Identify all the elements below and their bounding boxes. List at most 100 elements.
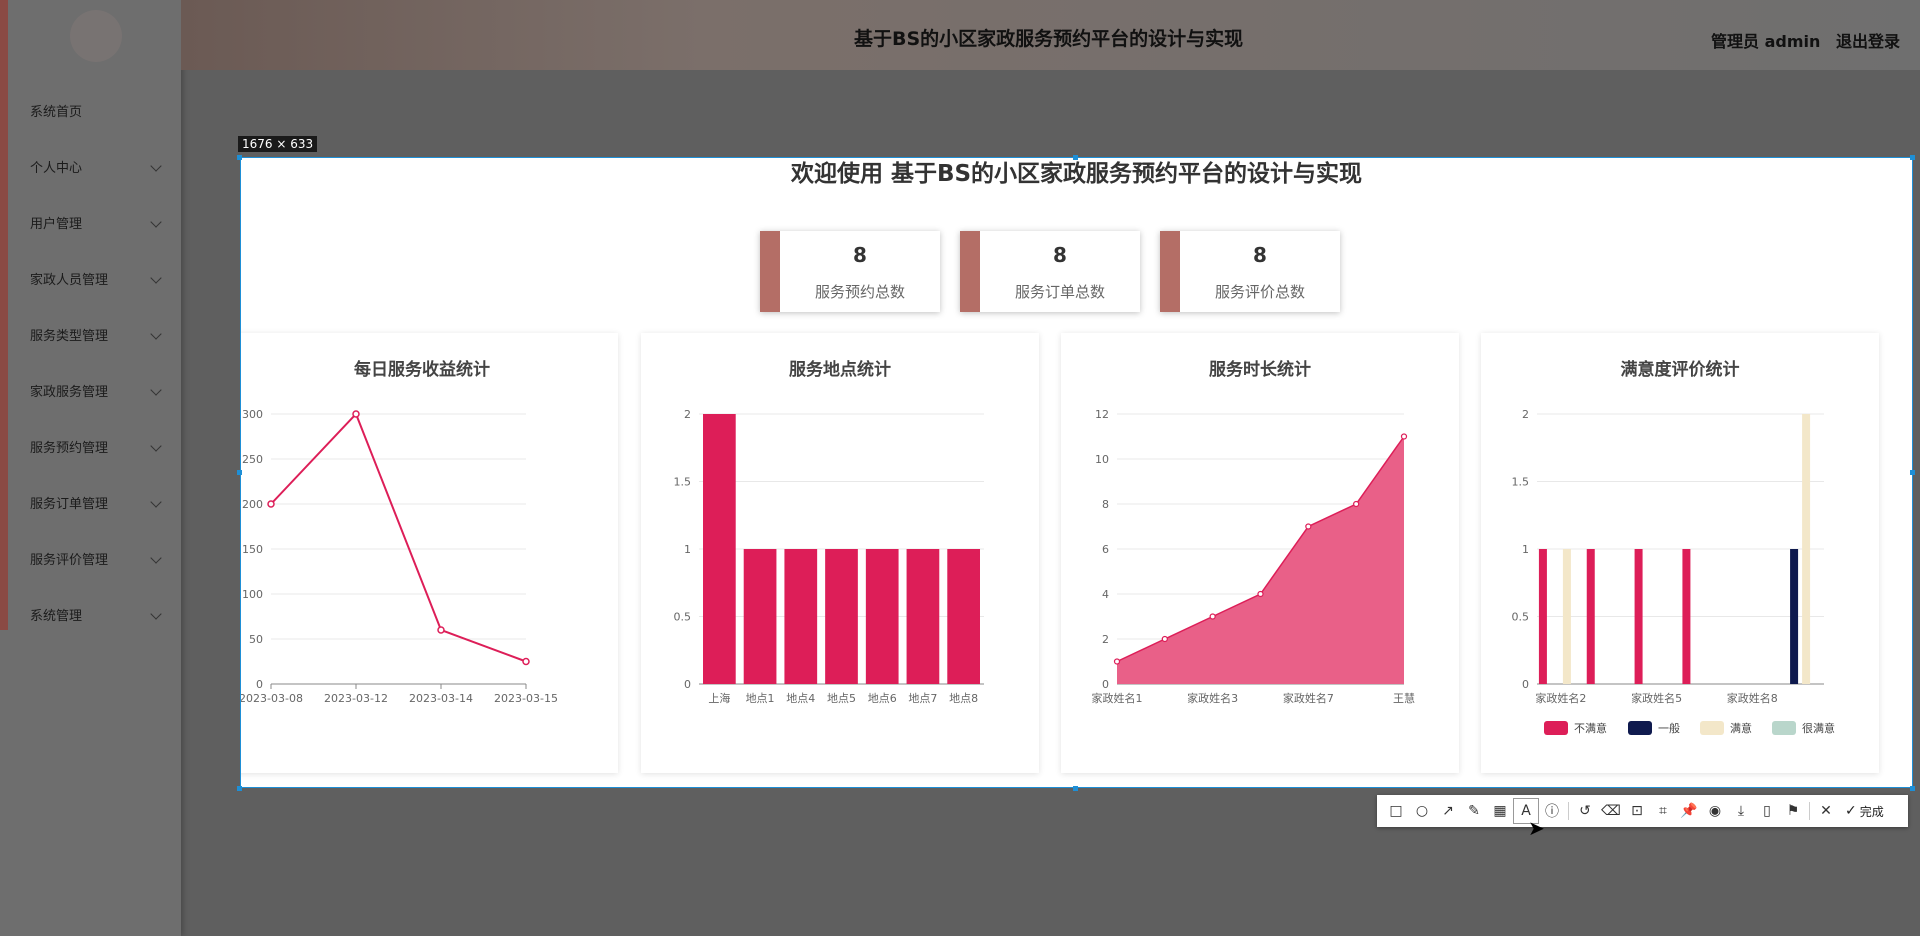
- x-tick-label: 地点1: [746, 692, 775, 705]
- data-point: [1209, 613, 1216, 620]
- chevron-down-icon: [150, 608, 162, 620]
- bar: [743, 549, 777, 684]
- sidebar-item[interactable]: 服务类型管理: [30, 306, 170, 362]
- pin-icon[interactable]: 📌: [1676, 798, 1702, 824]
- separator: [1568, 802, 1569, 820]
- sidebar-item[interactable]: 系统首页: [30, 82, 170, 138]
- sidebar-menu: 系统首页 个人中心用户管理家政人员管理 服务类型管理家政服务管理 服务预约管理 服务订单…: [30, 82, 170, 642]
- stat-value: 8: [1253, 243, 1267, 267]
- data-point: [1400, 433, 1408, 440]
- series-line: [270, 412, 527, 663]
- stat-label: 服务评价总数: [1214, 283, 1305, 301]
- sidebar-item[interactable]: 系统管理: [30, 586, 170, 642]
- mosaic-icon[interactable]: ▦: [1487, 798, 1513, 824]
- y-tick-label: 200: [242, 498, 263, 511]
- bar: [1790, 549, 1799, 684]
- header: 基于BS的小区家政服务预约平台的设计与实现 管理员 admin 退出登录: [181, 0, 1920, 70]
- chevron-down-icon: [150, 552, 162, 564]
- record-icon[interactable]: ◉: [1702, 798, 1728, 824]
- resize-handle[interactable]: [1073, 155, 1078, 160]
- sidebar-item[interactable]: 家政服务管理: [30, 362, 170, 418]
- chart-card-duration: 服务时长统计 0 2 4 6 8 10 12 家政姓名1 家政姓名3 家政姓名7 王慧: [1061, 333, 1459, 773]
- chevron-down-icon: [150, 272, 162, 284]
- sidebar-item-label: 家政人员管理: [30, 272, 109, 288]
- ellipse-icon[interactable]: ○: [1409, 798, 1435, 824]
- y-tick-label: 2: [684, 408, 691, 421]
- y-tick-label: 0: [684, 678, 691, 691]
- stat-accent: [760, 231, 780, 312]
- legend-swatch: [1628, 721, 1652, 735]
- scan-icon[interactable]: ⌗: [1650, 798, 1676, 824]
- sidebar: 系统首页 个人中心用户管理家政人员管理 服务类型管理家政服务管理 服务预约管理 服务订单…: [0, 0, 181, 936]
- bar: [1562, 549, 1571, 684]
- pencil-icon[interactable]: ✎: [1461, 798, 1487, 824]
- sidebar-item[interactable]: 用户管理: [30, 194, 170, 250]
- sidebar-item[interactable]: 服务订单管理: [30, 474, 170, 530]
- y-tick-label: 0: [1522, 678, 1529, 691]
- sidebar-item[interactable]: 家政人员管理: [30, 250, 170, 306]
- bar: [703, 414, 736, 684]
- y-tick-label: 0.5: [674, 611, 692, 624]
- undo-icon[interactable]: ↺: [1572, 798, 1598, 824]
- phone-icon[interactable]: ▯: [1754, 798, 1780, 824]
- resize-handle[interactable]: [1910, 786, 1915, 791]
- done-button[interactable]: ✓ 完成: [1845, 803, 1884, 820]
- capture-selection[interactable]: 欢迎使用 基于BS的小区家政服务预约平台的设计与实现 8 服务预约总数 8 服务…: [240, 157, 1913, 788]
- logout-link[interactable]: 退出登录: [1836, 32, 1900, 51]
- stat-card-orders: 8 服务订单总数: [960, 231, 1140, 312]
- close-icon[interactable]: ✕: [1813, 798, 1839, 824]
- x-tick-label: 地点8: [949, 692, 978, 705]
- x-tick-label: 家政姓名2: [1535, 691, 1586, 705]
- arrow-icon[interactable]: ↗: [1435, 798, 1461, 824]
- chevron-down-icon: [150, 496, 162, 508]
- bar: [825, 549, 858, 684]
- sidebar-item[interactable]: 服务预约管理: [30, 418, 170, 474]
- resize-handle[interactable]: [1910, 470, 1915, 475]
- x-tick-label: 家政姓名7: [1283, 691, 1334, 705]
- sidebar-item[interactable]: 服务评价管理: [30, 530, 170, 586]
- chart-card-location: 服务地点统计 0 0.5 1 1.5 2 上海 地点1 地点4 地点5 地点6 地点7 地点8: [641, 333, 1039, 773]
- x-tick-label: 2023-03-08: [240, 692, 303, 705]
- bar: [1586, 549, 1595, 684]
- capture-size-label: 1676 × 633: [238, 136, 318, 152]
- x-tick-label: 家政姓名5: [1631, 691, 1682, 705]
- y-tick-label: 1.5: [674, 476, 692, 489]
- bookmark-icon[interactable]: ⚑: [1780, 798, 1806, 824]
- separator: [1809, 802, 1810, 820]
- chart-card-revenue: 每日服务收益统计 0 50 100 150 200 250 300 2023-03-08 202…: [240, 333, 618, 773]
- y-tick-label: 12: [1095, 408, 1109, 421]
- data-point: [437, 626, 445, 634]
- rectangle-icon[interactable]: □: [1383, 798, 1409, 824]
- bar: [947, 549, 980, 684]
- y-tick-label: 0.5: [1512, 611, 1530, 624]
- done-label: 完成: [1859, 804, 1884, 819]
- stat-card-appointments: 8 服务预约总数: [760, 231, 940, 312]
- y-tick-label: 6: [1102, 543, 1109, 556]
- ocr-icon[interactable]: ⊡: [1624, 798, 1650, 824]
- y-tick-label: 150: [242, 543, 263, 556]
- y-tick-label: 0: [256, 678, 263, 691]
- sidebar-item-label: 服务类型管理: [30, 328, 109, 344]
- data-point: [1161, 635, 1168, 643]
- chevron-down-icon: [150, 216, 162, 228]
- x-tick-label: 上海: [708, 691, 730, 705]
- download-icon[interactable]: ⤓: [1728, 798, 1754, 824]
- stat-value: 8: [1053, 243, 1067, 267]
- sidebar-item-label: 用户管理: [30, 216, 83, 232]
- resize-handle[interactable]: [1910, 155, 1915, 160]
- erase-icon[interactable]: ⌫: [1598, 798, 1624, 824]
- x-tick-label: 2023-03-14: [409, 692, 473, 705]
- bar: [1802, 414, 1811, 684]
- legend-swatch: [1772, 721, 1796, 735]
- resize-handle[interactable]: [237, 155, 242, 160]
- x-tick-label: 家政姓名8: [1727, 691, 1778, 705]
- y-tick-label: 250: [242, 453, 263, 466]
- chevron-down-icon: [150, 328, 162, 340]
- sidebar-item-label: 系统管理: [30, 608, 83, 624]
- sidebar-item[interactable]: 个人中心: [30, 138, 170, 194]
- resize-handle[interactable]: [1073, 786, 1078, 791]
- stat-accent: [960, 231, 980, 312]
- resize-handle[interactable]: [237, 786, 242, 791]
- x-tick-label: 地点7: [908, 692, 937, 705]
- resize-handle[interactable]: [237, 470, 242, 475]
